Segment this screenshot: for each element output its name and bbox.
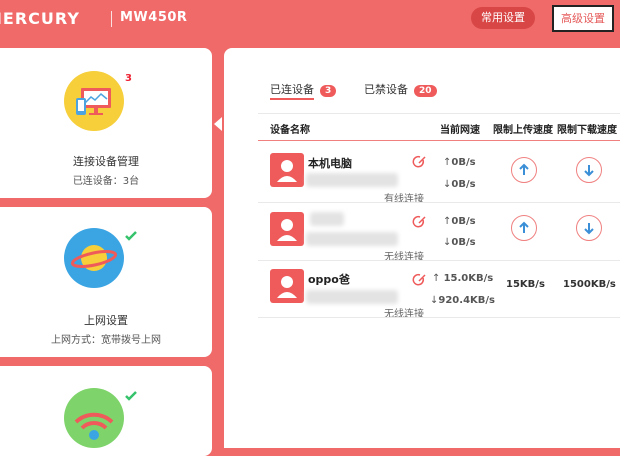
device-mac-blurred: [306, 232, 398, 246]
internet-settings-title: 上网设置: [84, 314, 128, 327]
device-mac-blurred: [306, 173, 398, 187]
avatar: [270, 269, 304, 303]
top-bar: MERCURY MW450R 常用设置 高级设置: [0, 0, 620, 40]
header-device-name: 设备名称: [270, 125, 310, 136]
device-management-card[interactable]: 3 连接设备管理 已连设备：3台: [0, 48, 212, 198]
tab-blocked-count: 20: [414, 85, 437, 97]
active-card-pointer: [214, 117, 222, 131]
device-management-subtitle: 已连设备：3台: [72, 176, 140, 187]
internet-settings-subtitle: 上网方式：宽带拨号上网: [51, 335, 161, 346]
avatar: [270, 212, 304, 246]
download-limit-button[interactable]: [576, 215, 602, 241]
brand-divider: [111, 11, 112, 27]
device-count-badge: 3: [125, 73, 132, 84]
model-name: MW450R: [120, 10, 188, 25]
edit-icon[interactable]: [412, 215, 426, 229]
advanced-settings-button[interactable]: 高级设置: [552, 5, 614, 32]
upload-speed: ↑0B/s: [443, 216, 476, 227]
row-divider: [258, 202, 620, 203]
header-current-speed: 当前网速: [440, 125, 480, 136]
row-divider: [258, 317, 620, 318]
tabs-divider: [258, 113, 620, 114]
tab-blocked-devices[interactable]: 已禁设备 20: [364, 81, 437, 97]
header-divider: [258, 140, 620, 141]
device-mac-blurred: [306, 290, 398, 304]
upload-limit-button[interactable]: [511, 215, 537, 241]
check-icon: [125, 231, 137, 241]
download-speed: ↓0B/s: [443, 237, 476, 248]
active-tab-indicator: [270, 98, 314, 100]
common-settings-button[interactable]: 常用设置: [471, 7, 535, 29]
upload-speed: ↑0B/s: [443, 157, 476, 168]
header-upload-limit: 限制上传速度: [493, 125, 553, 136]
device-management-title: 连接设备管理: [73, 155, 139, 168]
header-download-limit: 限制下载速度: [557, 125, 617, 136]
edit-icon[interactable]: [412, 155, 426, 169]
device-name: oppo爸: [308, 273, 350, 286]
tab-connected-count: 3: [320, 85, 337, 97]
edit-icon[interactable]: [412, 273, 426, 287]
avatar: [270, 153, 304, 187]
upload-limit-value[interactable]: 15KB/s: [506, 279, 545, 290]
download-speed: ↓920.4KB/s: [430, 295, 495, 306]
download-limit-value[interactable]: 1500KB/s: [563, 279, 616, 290]
wifi-icon: [64, 388, 124, 448]
monitor-phone-icon: [64, 71, 124, 131]
upload-limit-button[interactable]: [511, 157, 537, 183]
planet-icon: [64, 228, 124, 288]
upload-speed: ↑ 15.0KB/s: [432, 273, 494, 284]
internet-settings-card[interactable]: 上网设置 上网方式：宽带拨号上网: [0, 207, 212, 357]
download-speed: ↓0B/s: [443, 179, 476, 190]
device-name: 本机电脑: [308, 157, 352, 170]
brand-logo: MERCURY: [0, 9, 80, 28]
download-limit-button[interactable]: [576, 157, 602, 183]
tab-connected-devices[interactable]: 已连设备 3: [270, 81, 337, 97]
device-name-blurred: [310, 212, 344, 226]
row-divider: [258, 260, 620, 261]
wireless-settings-card[interactable]: [0, 366, 212, 456]
check-icon: [125, 391, 137, 401]
